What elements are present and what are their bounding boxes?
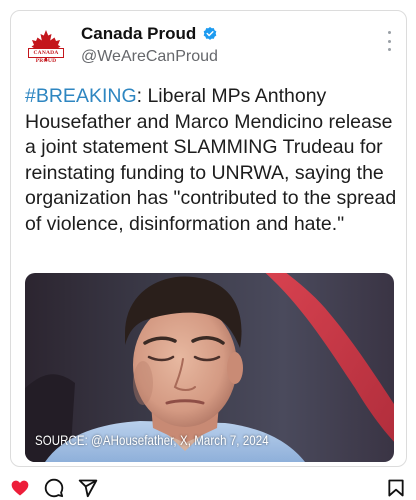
image-caption: SOURCE: @AHousefather, X, March 7, 2024 — [35, 432, 269, 448]
post-card: CANADA PROUD Canada Proud @WeAreCanProud… — [10, 10, 407, 467]
account-name[interactable]: Canada Proud — [81, 24, 196, 44]
action-bar — [0, 475, 416, 500]
account-logo[interactable]: CANADA PROUD — [27, 28, 65, 66]
post-body: : Liberal MPs Anthony Housefather and Ma… — [25, 85, 397, 235]
post-text: #BREAKING: Liberal MPs Anthony Housefath… — [25, 84, 397, 237]
account-handle[interactable]: @WeAreCanProud — [81, 48, 218, 66]
comment-icon[interactable] — [44, 478, 64, 498]
verified-badge-icon — [203, 27, 217, 40]
logo-banner-text: CANADA PROUD — [28, 48, 64, 64]
post-header: CANADA PROUD Canada Proud @WeAreCanProud — [11, 11, 406, 73]
heart-icon[interactable] — [10, 478, 30, 498]
bookmark-icon[interactable] — [386, 478, 406, 498]
more-vertical-icon[interactable] — [386, 31, 392, 51]
send-icon[interactable] — [78, 478, 98, 498]
post-image[interactable]: SOURCE: @AHousefather, X, March 7, 2024 — [25, 273, 394, 462]
hashtag-link[interactable]: #BREAKING — [25, 85, 137, 107]
